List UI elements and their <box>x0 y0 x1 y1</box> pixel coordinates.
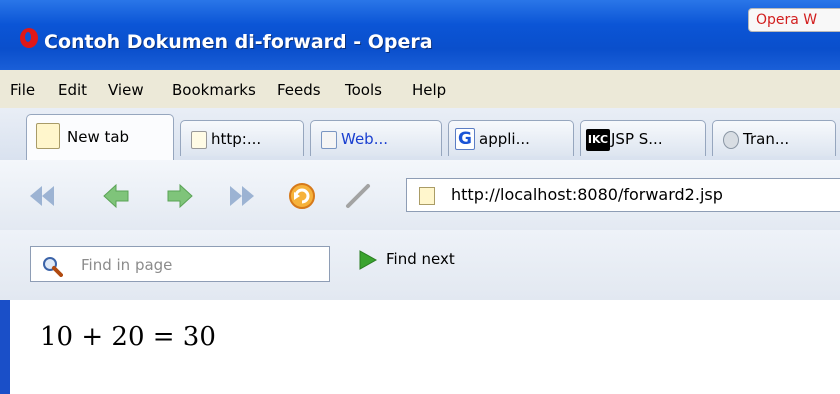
find-next-button[interactable]: Find next <box>386 250 455 268</box>
tab-tran[interactable]: Tran... <box>712 120 836 156</box>
tab-web[interactable]: Web... <box>310 120 442 156</box>
page-content: 10 + 20 = 30 <box>0 300 840 394</box>
tab-appli[interactable]: G appli... <box>448 120 574 156</box>
tab-label: Tran... <box>743 130 790 148</box>
find-placeholder: Find in page <box>81 256 173 274</box>
tab-label: Web... <box>341 130 389 148</box>
page-icon <box>419 187 435 205</box>
menu-edit[interactable]: Edit <box>58 81 87 99</box>
document-icon <box>321 131 337 149</box>
ikc-icon: IKC <box>586 129 610 151</box>
title-bar: Contoh Dokumen di-forward - Opera Opera … <box>0 0 840 70</box>
fast-forward-icon[interactable] <box>226 180 258 212</box>
tab-jsp[interactable]: IKC JSP S... <box>580 120 706 156</box>
menu-bar: File Edit View Bookmarks Feeds Tools Hel… <box>0 70 840 109</box>
satellite-icon <box>723 131 739 149</box>
window-border <box>0 300 10 394</box>
tab-label: http:... <box>211 130 262 148</box>
menu-feeds[interactable]: Feeds <box>277 81 321 99</box>
find-input[interactable]: Find in page <box>30 246 330 282</box>
page-icon <box>191 131 207 149</box>
reload-icon[interactable] <box>286 180 318 212</box>
back-icon[interactable] <box>100 180 132 212</box>
find-bar: Find in page Find next <box>0 230 840 301</box>
tab-label: New tab <box>67 128 130 146</box>
edit-icon[interactable] <box>342 180 374 212</box>
tab-http[interactable]: http:... <box>180 120 304 156</box>
menu-help[interactable]: Help <box>412 81 446 99</box>
opera-tooltip: Opera W <box>748 8 840 32</box>
google-icon: G <box>455 128 475 150</box>
menu-bookmarks[interactable]: Bookmarks <box>172 81 256 99</box>
tab-bar: New tab http:... Web... G appli... IKC J… <box>0 108 840 161</box>
address-bar[interactable]: http://localhost:8080/forward2.jsp <box>406 178 840 212</box>
search-icon <box>43 257 63 277</box>
window-title: Contoh Dokumen di-forward - Opera <box>44 31 433 53</box>
tab-new-tab[interactable]: New tab <box>26 114 174 160</box>
opera-logo-icon <box>20 28 38 48</box>
address-url[interactable]: http://localhost:8080/forward2.jsp <box>451 185 723 204</box>
menu-file[interactable]: File <box>10 81 35 99</box>
tab-label: appli... <box>479 130 530 148</box>
tab-label: JSP S... <box>611 130 663 148</box>
menu-view[interactable]: View <box>108 81 144 99</box>
rewind-icon[interactable] <box>26 180 58 212</box>
find-next-icon[interactable] <box>356 249 378 271</box>
result-text: 10 + 20 = 30 <box>40 322 216 352</box>
new-tab-icon <box>36 123 60 149</box>
menu-tools[interactable]: Tools <box>345 81 382 99</box>
forward-icon[interactable] <box>164 180 196 212</box>
navigation-bar: http://localhost:8080/forward2.jsp <box>0 160 840 231</box>
